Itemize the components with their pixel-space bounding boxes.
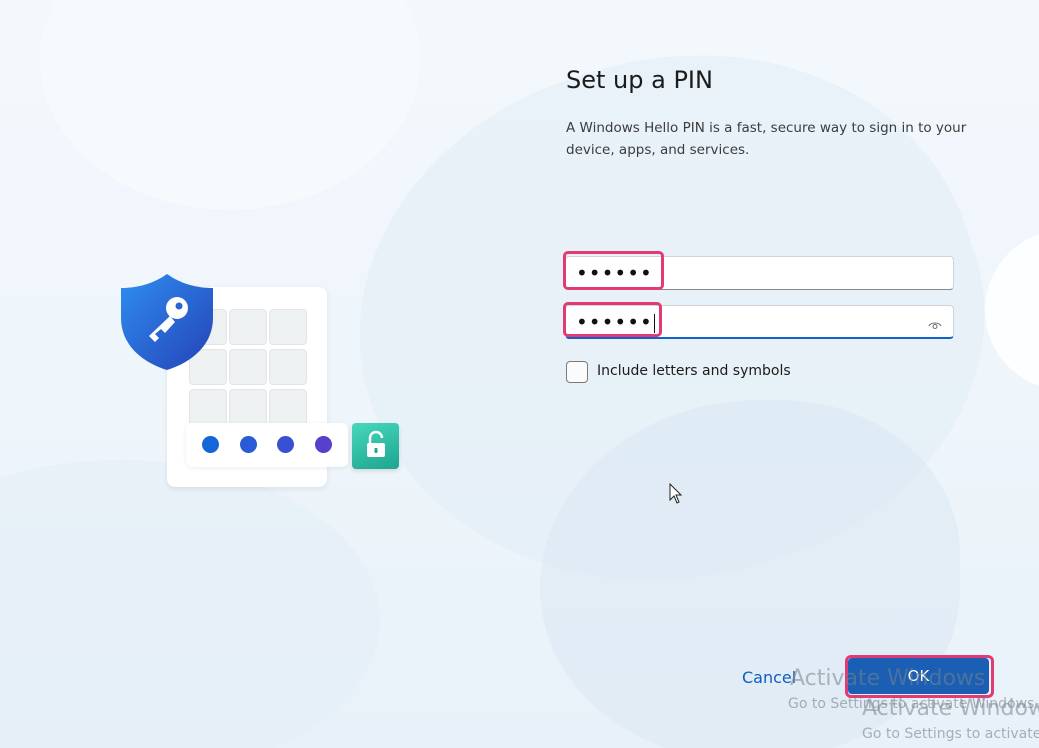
pin-dot: [240, 436, 257, 453]
unlock-icon: [352, 423, 399, 469]
new-pin-highlight: [563, 251, 664, 290]
keypad-key: [229, 389, 267, 425]
cancel-button[interactable]: Cancel: [742, 668, 796, 687]
shield-key-icon: [119, 272, 215, 372]
keypad-key: [269, 389, 307, 425]
keypad-key: [189, 389, 227, 425]
setup-pin-screen: Set up a PIN A Windows Hello PIN is a fa…: [0, 0, 1039, 748]
include-letters-checkbox[interactable]: [566, 361, 588, 383]
background-shape: [0, 460, 380, 748]
activate-windows-watermark-subtitle: Go to Settings to activate Windows.: [862, 726, 1039, 742]
page-description: A Windows Hello PIN is a fast, secure wa…: [566, 120, 967, 158]
activate-windows-watermark-title: Activate Windows: [790, 666, 986, 691]
background-shape: [985, 230, 1039, 390]
keypad-key: [269, 309, 307, 345]
confirm-pin-highlight: [563, 302, 662, 337]
pin-dot: [315, 436, 332, 453]
background-shape: [40, 0, 420, 210]
keypad-key: [229, 349, 267, 385]
keypad-key: [229, 309, 267, 345]
eye-icon[interactable]: [928, 316, 942, 329]
include-letters-label[interactable]: Include letters and symbols: [597, 363, 791, 379]
page-title: Set up a PIN: [566, 66, 713, 94]
keypad-key: [269, 349, 307, 385]
activate-windows-watermark-title: Activate Windows: [862, 696, 1039, 721]
pin-dot: [202, 436, 219, 453]
mouse-cursor-icon: [669, 482, 683, 505]
pin-dot: [277, 436, 294, 453]
